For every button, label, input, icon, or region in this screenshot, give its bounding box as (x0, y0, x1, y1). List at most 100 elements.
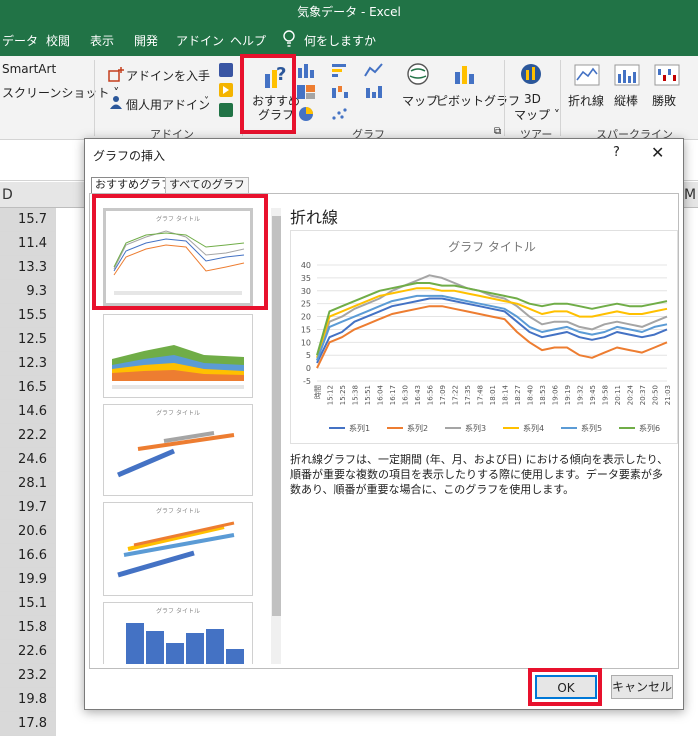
x-tick-label: 16:56 (427, 384, 435, 405)
cell[interactable]: 11.4 (0, 232, 56, 256)
line-chart-icon[interactable] (364, 62, 384, 78)
legend-label: 系列1 (349, 423, 370, 433)
cell[interactable]: 15.1 (0, 592, 56, 616)
smartart-button[interactable]: SmartArt (2, 62, 56, 76)
my-addins-button[interactable]: 個人用アドイン (126, 96, 210, 113)
x-tick-label: 18:40 (527, 385, 535, 405)
sparkline-line-button[interactable]: 折れ線 (568, 92, 604, 109)
stat-chart-icon[interactable] (364, 84, 384, 100)
x-tick-label: 17:09 (439, 385, 447, 405)
3d-map-label-2[interactable]: マップ ˅ (514, 106, 560, 123)
get-addins-button[interactable]: アドインを入手 (126, 67, 210, 84)
x-tick-label: 時間 (314, 385, 322, 399)
tab-help[interactable]: ヘルプ (230, 32, 266, 49)
column-d-cells: 15.7 11.4 13.3 9.3 15.5 12.5 12.3 16.5 1… (0, 208, 56, 736)
cell[interactable]: 14.6 (0, 400, 56, 424)
tab-developer[interactable]: 開発 (134, 32, 158, 49)
visio-icon[interactable] (218, 62, 234, 78)
line-chart-preview: グラフ タイトル 40 35 30 25 20 15 10 5 0 -5時間 15:12 15:25 15… (301, 240, 672, 433)
sparkline-column-icon (614, 64, 640, 86)
recommended-chart-label-2[interactable]: グラフ (258, 106, 294, 123)
help-icon[interactable]: ? (613, 145, 620, 160)
cell[interactable]: 16.6 (0, 544, 56, 568)
bing-maps-icon[interactable] (218, 82, 234, 98)
chart-description: 折れ線グラフは、一定期間 (年、月、および日) における傾向を表示したり、順番が… (290, 453, 669, 496)
thumbnail-title: グラフ タイトル (156, 507, 200, 515)
cell[interactable]: 15.8 (0, 616, 56, 640)
map-button[interactable]: マップ (402, 92, 438, 109)
map-icon (407, 63, 429, 85)
series-line (316, 297, 668, 364)
bar-chart-icon[interactable] (330, 62, 350, 78)
pie-chart-icon[interactable] (296, 106, 316, 122)
column-header-d[interactable]: D (2, 187, 13, 203)
thumbnail-title: グラフ タイトル (156, 409, 200, 417)
thumbnail-scrollbar[interactable] (271, 208, 281, 664)
svg-text:?: ? (276, 64, 286, 85)
dialog-launcher-icon[interactable]: ⧉ (494, 126, 501, 137)
cell[interactable]: 15.7 (0, 208, 56, 232)
dialog-title: グラフの挿入 (93, 149, 166, 163)
pivot-chart-button[interactable]: ピボットグラフ (436, 92, 520, 109)
tab-all-charts[interactable]: すべてのグラフ (165, 177, 249, 193)
x-tick-label: 20:37 (639, 385, 647, 405)
cell[interactable]: 24.6 (0, 448, 56, 472)
x-tick-label: 17:48 (477, 385, 485, 405)
cell[interactable]: 13.3 (0, 256, 56, 280)
cell[interactable]: 28.1 (0, 472, 56, 496)
column-header-m[interactable]: M (684, 187, 696, 203)
tab-review[interactable]: 校閲 (46, 32, 70, 49)
y-tick-label: 30 (301, 287, 311, 296)
ribbon-tabs: データ 校閲 表示 開発 アドイン ヘルプ 何をしますか (0, 26, 698, 56)
sparkline-line-icon (574, 64, 600, 86)
tab-addins[interactable]: アドイン (176, 32, 224, 49)
x-tick-label: 16:04 (377, 384, 385, 405)
screenshot-button[interactable]: スクリーンショット ˅ (2, 84, 119, 101)
y-tick-label: 40 (301, 261, 311, 270)
thumbnail-histogram-chart[interactable]: グラフ タイトル (103, 602, 253, 664)
cell[interactable]: 19.7 (0, 496, 56, 520)
cell[interactable]: 22.2 (0, 424, 56, 448)
thumbnail-scatter-chart[interactable]: グラフ タイトル (103, 404, 253, 496)
cell[interactable]: 15.5 (0, 304, 56, 328)
sparkline-winloss-button[interactable]: 勝敗 (652, 92, 676, 109)
thumbnail-scatter-chart-2[interactable]: グラフ タイトル (103, 502, 253, 596)
thumbnail-stacked-area-chart[interactable] (103, 314, 253, 398)
x-tick-label: 21:03 (664, 385, 672, 405)
cell[interactable]: 12.3 (0, 352, 56, 376)
y-tick-label: -5 (303, 377, 311, 386)
y-tick-label: 10 (301, 338, 311, 347)
thumbnail-line-chart[interactable]: グラフ タイトル (103, 208, 253, 306)
cell[interactable]: 19.9 (0, 568, 56, 592)
3d-map-label[interactable]: 3D (524, 92, 541, 106)
cell[interactable]: 16.5 (0, 376, 56, 400)
thumbnail-title: グラフ タイトル (156, 607, 200, 615)
tell-me-search[interactable]: 何をしますか (304, 32, 376, 49)
cell[interactable]: 22.6 (0, 640, 56, 664)
chevron-down-icon[interactable]: ˅ (204, 96, 209, 107)
tab-data[interactable]: データ (2, 32, 38, 49)
scrollbar-thumb[interactable] (272, 216, 281, 616)
close-icon[interactable]: ✕ (651, 143, 664, 162)
scatter-chart-icon[interactable] (330, 106, 350, 122)
cell[interactable]: 23.2 (0, 664, 56, 688)
column-chart-icon[interactable] (296, 62, 316, 78)
people-graph-icon[interactable] (218, 102, 234, 118)
cell[interactable]: 12.5 (0, 328, 56, 352)
waterfall-chart-icon[interactable] (330, 84, 350, 100)
ribbon: SmartArt スクリーンショット ˅ アドインを入手 個人用アドイン ˅ ア… (0, 56, 698, 141)
y-tick-label: 25 (301, 300, 311, 309)
y-tick-label: 35 (301, 274, 311, 283)
cell[interactable]: 17.8 (0, 712, 56, 736)
cell[interactable]: 9.3 (0, 280, 56, 304)
ok-button[interactable]: OK (535, 675, 597, 699)
cell[interactable]: 19.8 (0, 688, 56, 712)
hierarchy-chart-icon[interactable] (296, 84, 316, 100)
tab-recommended-charts[interactable]: おすすめグラフ (91, 177, 176, 193)
cancel-button[interactable]: キャンセル (611, 675, 673, 699)
sparkline-column-button[interactable]: 縦棒 (614, 92, 638, 109)
my-addins-icon (110, 96, 122, 109)
x-tick-label: 18:01 (489, 385, 497, 405)
cell[interactable]: 20.6 (0, 520, 56, 544)
tab-view[interactable]: 表示 (90, 32, 114, 49)
